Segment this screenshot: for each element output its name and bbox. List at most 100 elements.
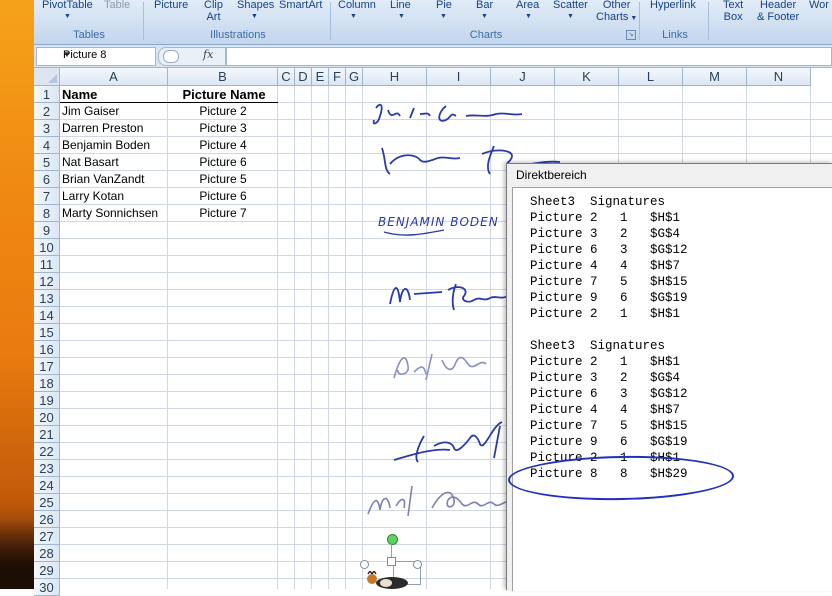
rotate-handle-icon[interactable]: [387, 534, 398, 545]
row-header[interactable]: 1: [34, 86, 60, 103]
select-all-button[interactable]: [34, 68, 60, 86]
scatter-chart-button[interactable]: Scatter: [553, 0, 588, 11]
column-chart-button[interactable]: Column: [338, 0, 376, 11]
illustrations-group: Picture Clip Art Shapes ▼ SmartArt Illust…: [145, 0, 331, 43]
row-header[interactable]: 28: [34, 545, 60, 562]
row-header[interactable]: 6: [34, 171, 60, 188]
pie-chart-button[interactable]: Pie: [436, 0, 452, 11]
column-header[interactable]: K: [555, 68, 619, 86]
row-header[interactable]: 27: [34, 528, 60, 545]
row-header[interactable]: 30: [34, 579, 60, 596]
column-header[interactable]: M: [683, 68, 747, 86]
table-cell[interactable]: Picture 6: [168, 188, 278, 205]
row-header[interactable]: 22: [34, 443, 60, 460]
column-header[interactable]: C: [278, 68, 295, 86]
column-header[interactable]: E: [312, 68, 329, 86]
pivottable-button[interactable]: PivotTable: [42, 0, 93, 11]
table-cell[interactable]: Picture 2: [168, 103, 278, 120]
text-box-button[interactable]: Text Box: [723, 0, 743, 23]
row-header[interactable]: 14: [34, 307, 60, 324]
table-cell[interactable]: Picture 5: [168, 171, 278, 188]
insert-function-icon[interactable]: fx: [203, 48, 213, 61]
bar-chart-button[interactable]: Bar: [476, 0, 493, 11]
resize-handle-icon[interactable]: [387, 557, 396, 566]
row-header[interactable]: 3: [34, 120, 60, 137]
table-cell[interactable]: Picture 4: [168, 137, 278, 154]
line-chart-button[interactable]: Line: [390, 0, 411, 11]
table-cell[interactable]: Picture 7: [168, 205, 278, 222]
row-header[interactable]: 26: [34, 511, 60, 528]
column-header[interactable]: L: [619, 68, 683, 86]
row-header[interactable]: 23: [34, 460, 60, 477]
table-cell[interactable]: Jim Gaiser: [62, 103, 119, 120]
resize-handle-icon[interactable]: [360, 560, 369, 569]
immediate-output-line: Picture 9 6 $G$19: [530, 291, 688, 305]
column-header[interactable]: I: [427, 68, 491, 86]
immediate-output-line: Picture 4 4 $H$7: [530, 403, 681, 417]
row-header[interactable]: 19: [34, 392, 60, 409]
header-footer-button[interactable]: Header & Footer: [757, 0, 799, 23]
wordart-button[interactable]: Wor: [809, 0, 829, 11]
other-charts-button[interactable]: Other Charts ▼: [596, 0, 637, 25]
immediate-output-line: Picture 9 6 $G$19: [530, 435, 688, 449]
row-header[interactable]: 21: [34, 426, 60, 443]
header-cell[interactable]: Picture Name: [170, 86, 278, 103]
table-cell[interactable]: Brian VanZandt: [62, 171, 145, 188]
table-cell[interactable]: Darren Preston: [62, 120, 143, 137]
column-header[interactable]: A: [60, 68, 168, 86]
row-header[interactable]: 18: [34, 375, 60, 392]
row-header[interactable]: 13: [34, 290, 60, 307]
header-cell[interactable]: Name: [62, 86, 97, 103]
table-cell[interactable]: Picture 3: [168, 120, 278, 137]
immediate-window-output[interactable]: Sheet3 Signatures Picture 2 1 $H$1 Picture…: [512, 187, 832, 591]
column-header[interactable]: D: [295, 68, 312, 86]
row-header[interactable]: 9: [34, 222, 60, 239]
table-cell[interactable]: Picture 6: [168, 154, 278, 171]
row-header[interactable]: 29: [34, 562, 60, 579]
row-header[interactable]: 20: [34, 409, 60, 426]
table-cell[interactable]: Nat Basart: [62, 154, 119, 171]
row-header[interactable]: 7: [34, 188, 60, 205]
row-header[interactable]: 11: [34, 256, 60, 273]
row-header[interactable]: 12: [34, 273, 60, 290]
expand-handle-icon[interactable]: [163, 50, 179, 63]
chevron-down-icon[interactable]: ▼: [63, 50, 151, 59]
dialog-launcher-icon[interactable]: ↘: [626, 30, 636, 40]
row-header[interactable]: 2: [34, 103, 60, 120]
hyperlink-button[interactable]: Hyperlink: [650, 0, 696, 11]
resize-handle-icon[interactable]: [413, 560, 422, 569]
shapes-button[interactable]: Shapes: [237, 0, 274, 11]
area-chart-button[interactable]: Area: [516, 0, 539, 11]
column-header[interactable]: H: [363, 68, 427, 86]
table-button[interactable]: Table: [104, 0, 130, 11]
row-header[interactable]: 17: [34, 358, 60, 375]
immediate-output-line: Picture 7 5 $H$15: [530, 275, 688, 289]
row-header[interactable]: 25: [34, 494, 60, 511]
column-header[interactable]: F: [329, 68, 346, 86]
row-header[interactable]: 5: [34, 154, 60, 171]
smartart-button[interactable]: SmartArt: [279, 0, 322, 11]
row-header[interactable]: 8: [34, 205, 60, 222]
table-cell[interactable]: Larry Kotan: [62, 188, 124, 205]
row-header[interactable]: 15: [34, 324, 60, 341]
table-cell[interactable]: Benjamin Boden: [62, 137, 150, 154]
column-header[interactable]: N: [747, 68, 811, 86]
row-header[interactable]: 16: [34, 341, 60, 358]
immediate-output-line: Picture 7 5 $H$15: [530, 419, 688, 433]
row-header[interactable]: 24: [34, 477, 60, 494]
table-cell[interactable]: Marty Sonnichsen: [62, 205, 158, 222]
immediate-window-titlebar[interactable]: Direktbereich: [507, 164, 832, 186]
chevron-down-icon: ▼: [567, 13, 574, 20]
column-header[interactable]: J: [491, 68, 555, 86]
row-header[interactable]: 10: [34, 239, 60, 256]
chevron-down-icon: ▼: [251, 13, 258, 20]
svg-text:BENJAMIN BODEN: BENJAMIN BODEN: [378, 215, 499, 229]
signature-picture-2[interactable]: [366, 98, 566, 138]
formula-input[interactable]: [226, 47, 832, 66]
column-header[interactable]: G: [346, 68, 363, 86]
column-header[interactable]: B: [168, 68, 278, 86]
row-header[interactable]: 4: [34, 137, 60, 154]
picture-button[interactable]: Picture: [154, 0, 188, 11]
clip-art-button[interactable]: Clip Art: [204, 0, 223, 23]
name-box[interactable]: Picture 8 ▼: [36, 47, 156, 66]
